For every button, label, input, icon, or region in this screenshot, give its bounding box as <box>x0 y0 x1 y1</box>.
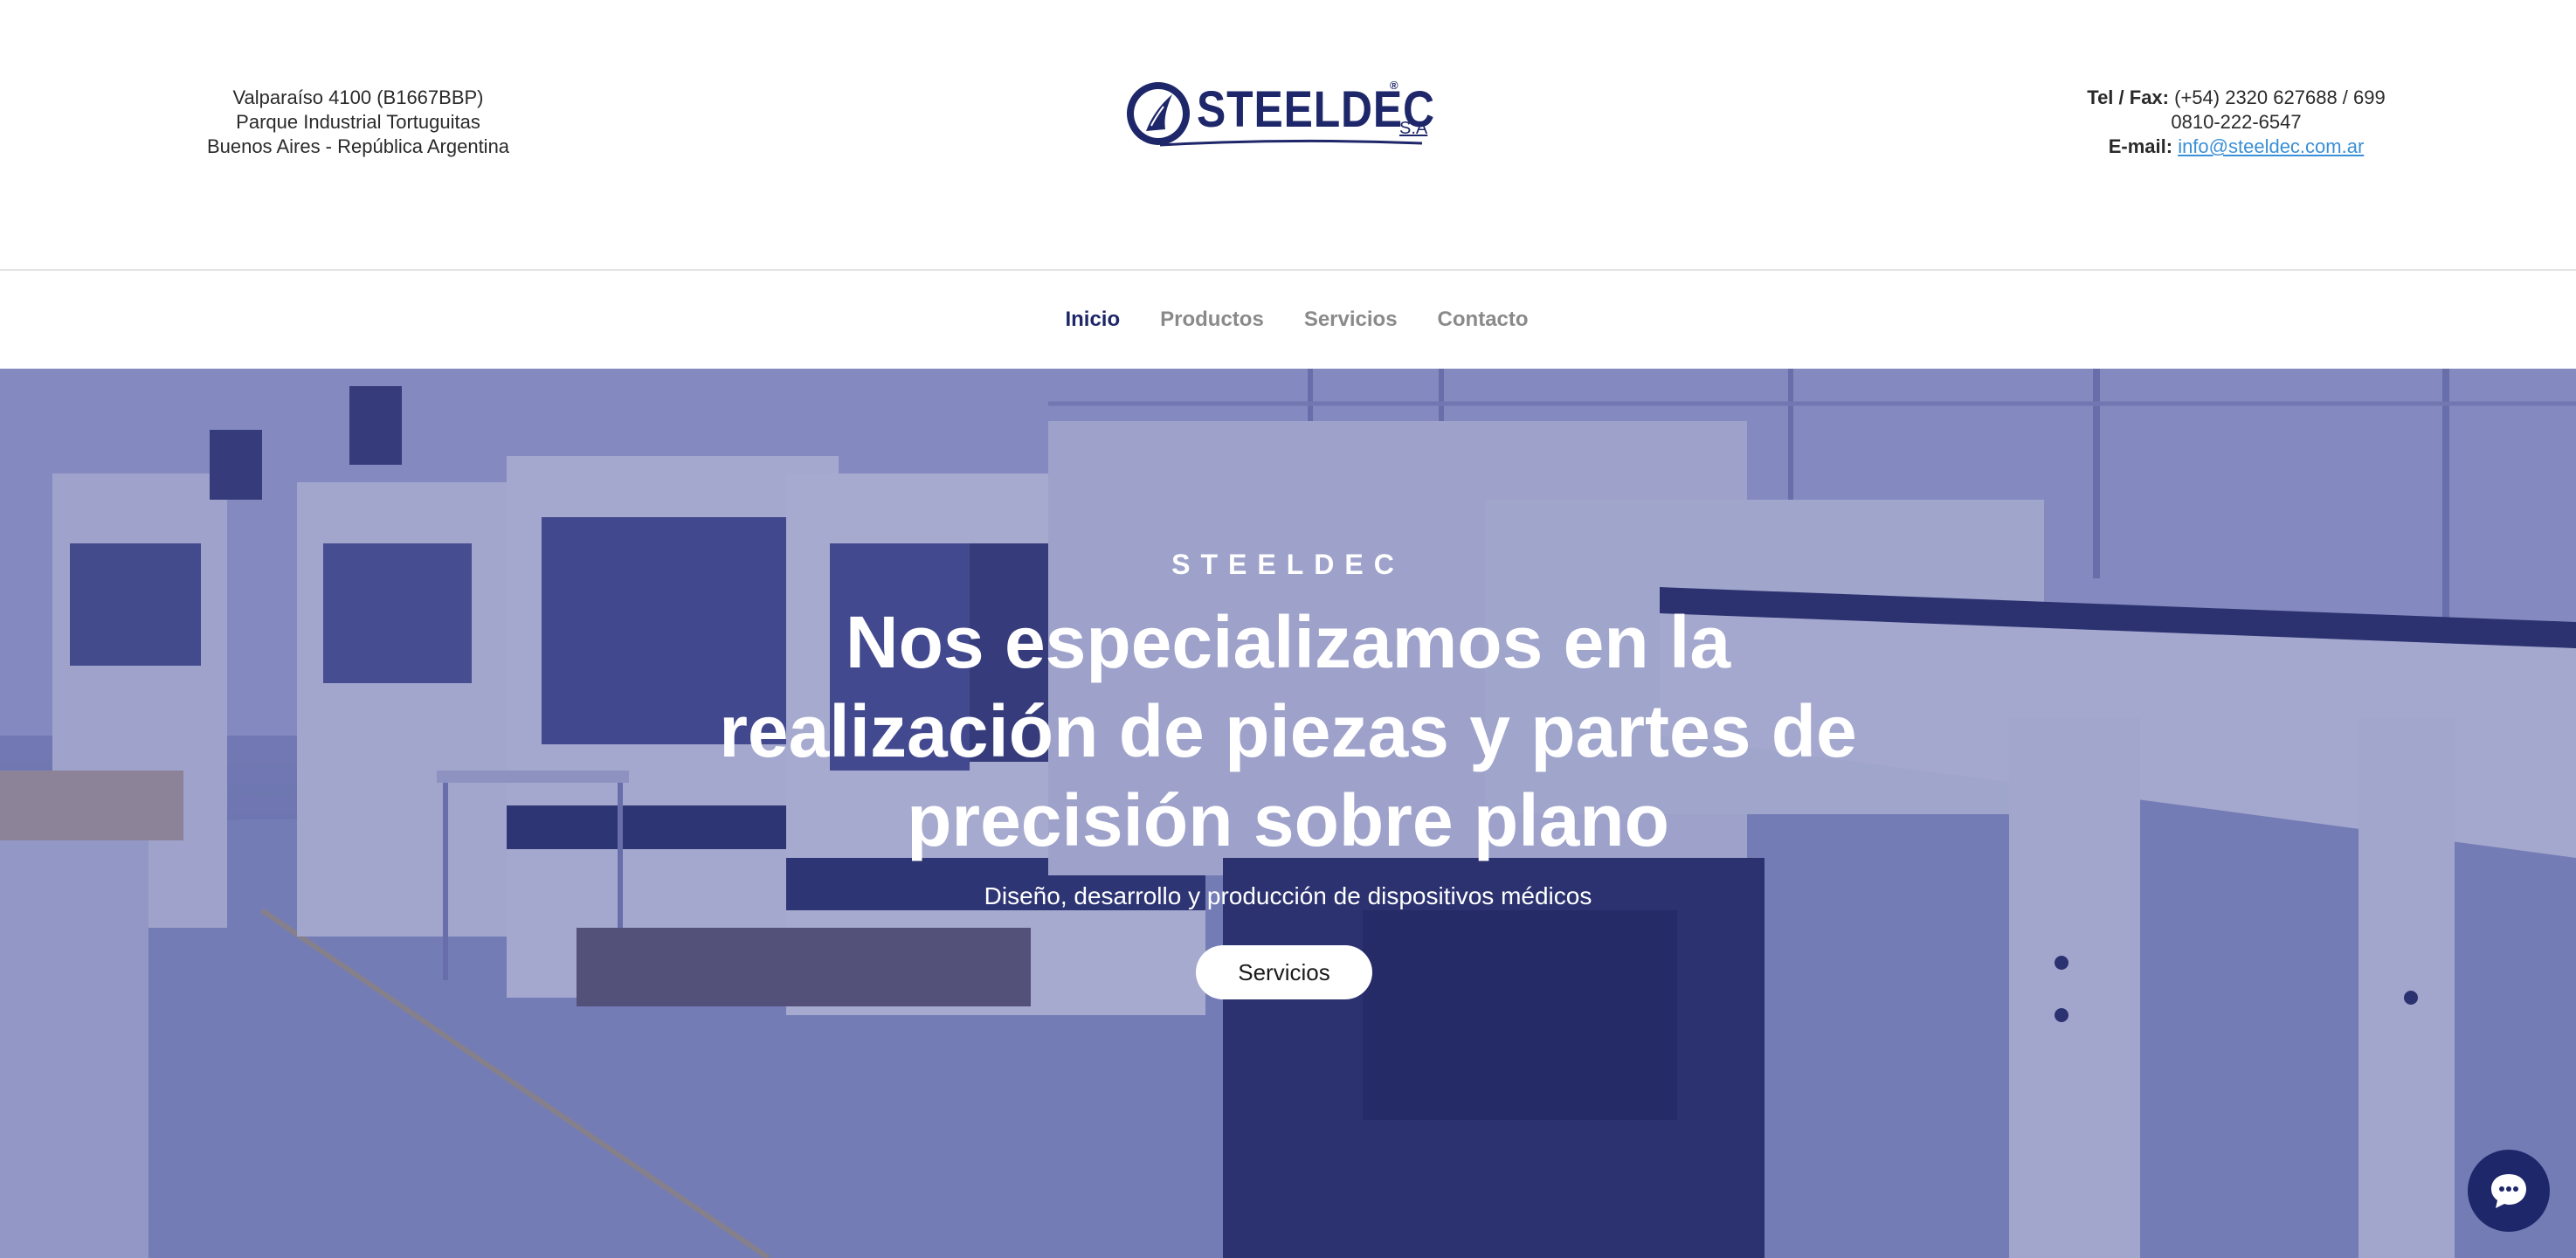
nav-servicios[interactable]: Servicios <box>1304 308 1398 332</box>
top-header: Valparaíso 4100 (B1667BBP) Parque Indust… <box>0 0 2576 271</box>
main-nav: Inicio Productos Servicios Contacto <box>0 271 2576 369</box>
nav-productos[interactable]: Productos <box>1160 308 1264 332</box>
servicios-button[interactable]: Servicios <box>1196 945 1372 999</box>
chat-widget-button[interactable] <box>2468 1150 2550 1232</box>
chat-bubble-icon <box>2491 1174 2526 1208</box>
steeldec-logo[interactable]: STEELDEC ® S.A <box>1125 79 1434 149</box>
address-line-3: Buenos Aires - República Argentina <box>206 135 510 157</box>
hero-section: STEELDEC Nos especializamos en la realiz… <box>0 369 2576 1258</box>
logo-suffix: S.A <box>1399 119 1428 138</box>
hero-content: STEELDEC Nos especializamos en la realiz… <box>0 369 2576 1258</box>
hero-eyebrow: STEELDEC <box>1171 549 1405 580</box>
registered-mark: ® <box>1390 79 1398 92</box>
phone-value: (+54) 2320 627688 / 699 <box>2174 86 2386 108</box>
headline-line-1: Nos especializamos en la <box>845 601 1731 683</box>
headline-line-2: realización de piezas y partes de <box>719 690 1857 772</box>
email-label: E-mail: <box>2108 135 2173 157</box>
address-line-1: Valparaíso 4100 (B1667BBP) <box>232 86 484 108</box>
email-line: E-mail: info@steeldec.com.ar <box>2009 135 2463 159</box>
hero-subline: Diseño, desarrollo y producción de dispo… <box>984 882 1592 909</box>
contact-info: Tel / Fax: (+54) 2320 627688 / 699 0810-… <box>2009 86 2463 159</box>
nav-contacto[interactable]: Contacto <box>1438 308 1529 332</box>
nav-inicio[interactable]: Inicio <box>1065 308 1120 332</box>
address-line-2: Parque Industrial Tortuguitas <box>236 111 480 133</box>
steeldec-emblem-icon <box>1127 82 1190 145</box>
email-link[interactable]: info@steeldec.com.ar <box>2178 135 2364 157</box>
hero-headline: Nos especializamos en la realización de … <box>0 598 2576 865</box>
phone-alt: 0810-222-6547 <box>2171 111 2302 133</box>
logo-underline-swoosh <box>1160 139 1422 147</box>
phone-label: Tel / Fax: <box>2087 86 2169 108</box>
headline-line-3: precisión sobre plano <box>907 779 1669 861</box>
phone-line: Tel / Fax: (+54) 2320 627688 / 699 <box>2009 86 2463 110</box>
company-address: Valparaíso 4100 (B1667BBP) Parque Indust… <box>131 86 585 159</box>
